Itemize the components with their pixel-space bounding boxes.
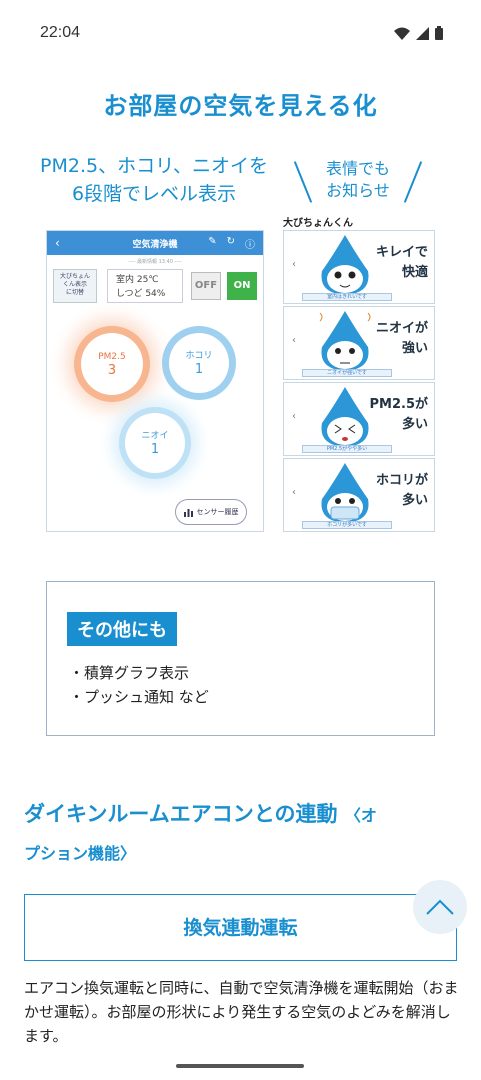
card-label-line-2: 多い [401, 493, 428, 508]
dust-gauge: ホコリ 1 [169, 333, 229, 393]
chevron-up-icon [426, 899, 454, 915]
card-caption: PM2.5がやや多い [302, 445, 392, 453]
character-dust-image [321, 463, 369, 523]
other-features-box: その他にも ・積算グラフ表示 ・プッシュ通知 など [46, 581, 435, 736]
list-item: ・積算グラフ表示 [69, 664, 190, 682]
ventilation-link-feature: 換気連動運転 [24, 894, 457, 961]
dust-value: 1 [194, 362, 204, 377]
card-label: PM2.5が 多い [368, 395, 429, 435]
callout-line-1: 表情でも [325, 159, 390, 178]
section-option-a: 〈オ [344, 806, 377, 825]
home-indicator[interactable] [176, 1064, 304, 1068]
signal-icon [416, 26, 429, 40]
app-header: ‹ 空気清浄機 ✎ ↻ ⓘ [47, 231, 263, 255]
list-item: ・プッシュ通知 など [69, 688, 209, 706]
sensor-history-label: センサー履歴 [196, 508, 239, 516]
character-pm25-image [321, 387, 369, 447]
battery-icon [435, 26, 443, 40]
card-label-line-2: 多い [401, 417, 428, 432]
expression-callout: 表情でも お知らせ [293, 154, 423, 208]
app-screenshot: ‹ 空気清浄機 ✎ ↻ ⓘ ---- 最新情報 13:40 ---- 大びちょん… [46, 230, 264, 532]
chevron-left-icon: ‹ [292, 487, 296, 498]
card-label: ホコリが 多い [368, 471, 428, 511]
off-button: OFF [191, 272, 221, 300]
callout-text: 表情でも お知らせ [296, 158, 420, 202]
info-icon: ⓘ [245, 239, 255, 251]
callout-line-2: お知らせ [326, 181, 390, 200]
page-title: お部屋の空気を見える化 [103, 92, 378, 120]
other-features-tag: その他にも [67, 612, 177, 646]
pm25-gauge: PM2.5 3 [81, 333, 143, 395]
room-humidity: しつど 54% [116, 289, 166, 299]
app-control-row: 大びちょん くん表示 に切替 室内 25℃ しつど 54% OFF ON [53, 269, 259, 305]
on-button: ON [227, 272, 257, 300]
character-card: ‹ PM2.5が 多い PM2.5がやや多い [283, 382, 435, 456]
character-odor-image [319, 311, 371, 371]
character-card: ‹ ホコリが 多い ホコリが多いです [283, 458, 435, 532]
card-caption: 室内はきれいです [302, 293, 392, 301]
card-label-line-2: 強い [401, 341, 428, 356]
status-bar: 22:04 [0, 0, 481, 66]
room-climate: 室内 25℃ しつど 54% [107, 269, 183, 303]
subhead-line-1: PM2.5、ホコリ、ニオイを [40, 155, 268, 177]
character-card: ‹ ニオイが 強い ニオイが強いです [283, 306, 435, 380]
room-temperature: 室内 25℃ [116, 275, 159, 285]
card-label: ニオイが 強い [368, 319, 428, 359]
status-time: 22:04 [40, 24, 81, 41]
switch-line-3: に切替 [65, 289, 84, 296]
odor-value: 1 [150, 442, 160, 457]
character-clean-image [321, 235, 369, 295]
app-latest-info: ---- 最新情報 13:40 ---- [128, 259, 182, 265]
card-caption: ホコリが多いです [302, 521, 392, 529]
switch-line-1: 大びちょん [59, 273, 90, 280]
chevron-left-icon: ‹ [292, 335, 296, 346]
character-card: ‹ キレイで 快適 室内はきれいです [283, 230, 435, 304]
section-option-b: プション機能〉 [24, 844, 137, 863]
status-icons [394, 26, 443, 40]
card-label-line-1: ホコリが [375, 473, 428, 488]
chevron-left-icon: ‹ [292, 411, 296, 422]
character-switch-button: 大びちょん くん表示 に切替 [53, 269, 97, 303]
sensor-history-button: センサー履歴 [175, 499, 247, 525]
pm25-value: 3 [107, 363, 117, 378]
scroll-to-top-button[interactable] [413, 880, 467, 934]
character-title: 大びちょんくん [283, 218, 353, 229]
card-label-line-1: ニオイが [375, 321, 428, 336]
feature-description: エアコン換気運転と同時に、自動で空気清浄機を運転開始（おまかせ運転）。お部屋の形… [24, 979, 459, 1045]
app-header-icons: ✎ ↻ ⓘ [208, 236, 255, 251]
character-panel: 大びちょんくん ‹ キレイで 快適 室内はきれいです ‹ ニオイが 強い ニオイ… [283, 214, 435, 534]
chevron-left-icon: ‹ [292, 259, 296, 270]
switch-line-2: くん表示 [62, 281, 87, 288]
refresh-icon: ↻ [226, 235, 235, 247]
section-title-main: ダイキンルームエアコンとの連動 [24, 802, 338, 826]
subhead-line-2: 6段階でレベル表示 [71, 183, 237, 205]
card-label-line-1: PM2.5が [369, 397, 429, 412]
odor-gauge: ニオイ 1 [125, 413, 185, 473]
section-title: ダイキンルームエアコンとの連動 〈オプション機能〉 [24, 796, 464, 872]
card-label-line-2: 快適 [401, 265, 428, 280]
edit-icon: ✎ [208, 235, 217, 247]
wifi-icon [394, 27, 410, 40]
card-label: キレイで 快適 [368, 243, 428, 283]
feature-subhead: PM2.5、ホコリ、ニオイを 6段階でレベル表示 [36, 152, 272, 208]
card-label-line-1: キレイで [375, 245, 428, 260]
bar-chart-icon [183, 508, 193, 517]
card-caption: ニオイが強いです [302, 369, 392, 377]
